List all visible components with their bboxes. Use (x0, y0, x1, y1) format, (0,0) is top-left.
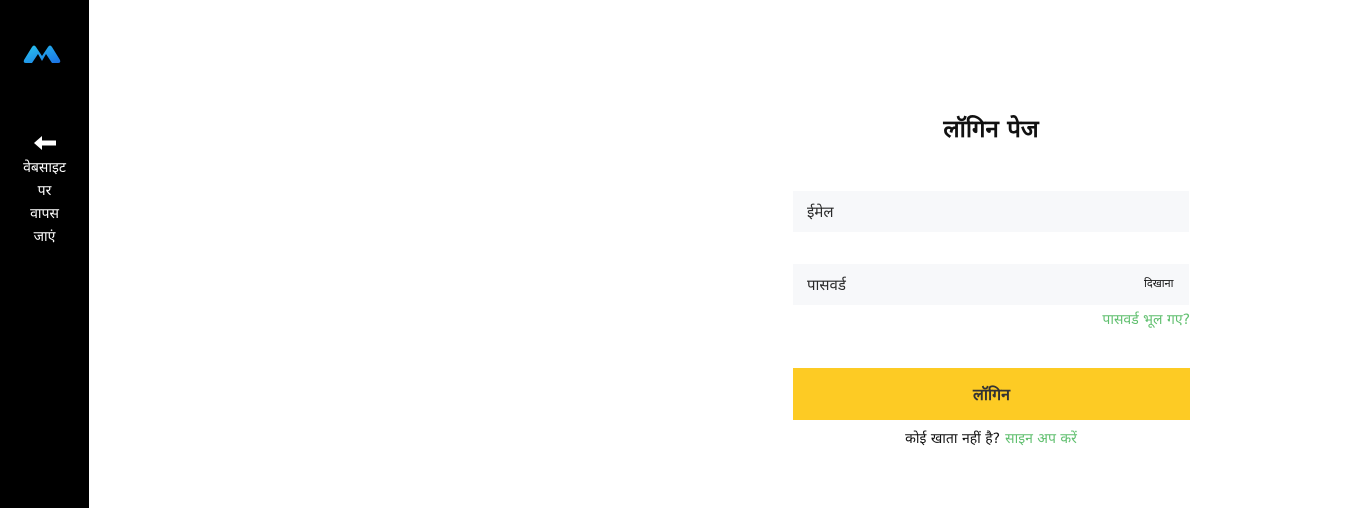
signup-link[interactable]: साइन अप करें (1005, 429, 1077, 448)
back-link-line-3: वापस (30, 206, 59, 222)
back-link-line-4: जाएं (33, 229, 56, 245)
arrow-left-icon (33, 136, 56, 150)
sidebar: वेबसाइट पर वापस जाएं (0, 0, 89, 508)
back-link-line-1: वेबसाइट (23, 160, 66, 176)
login-button[interactable]: लॉगिन (793, 368, 1190, 420)
password-field[interactable] (793, 264, 1189, 305)
page-title: लॉगिन पेज (943, 115, 1039, 143)
no-account-text: कोई खाता नहीं है? (905, 431, 1001, 447)
forgot-password-link[interactable]: पासवर्ड भूल गए? (1102, 310, 1190, 329)
brand-logo-icon[interactable] (22, 42, 62, 66)
back-to-website-link[interactable]: वेबसाइट पर वापस जाएं (0, 133, 89, 249)
back-link-line-2: पर (37, 183, 52, 199)
show-password-toggle[interactable]: दिखाना (1144, 276, 1174, 291)
email-field[interactable] (793, 191, 1189, 232)
